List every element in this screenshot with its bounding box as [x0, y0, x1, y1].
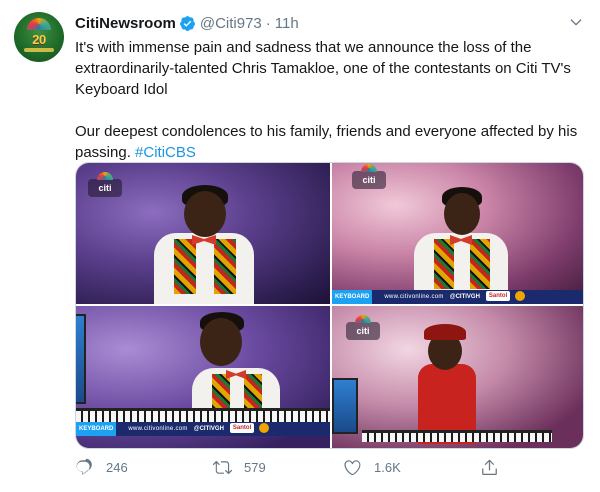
citi-tv-logo: citi: [346, 315, 380, 340]
share-icon: [482, 459, 497, 475]
media-photo-4[interactable]: citi: [332, 306, 583, 448]
media-photo-3[interactable]: KEYBOARD www.citivonline.com @CITIVGH Santo…: [76, 306, 330, 448]
tweet-paragraph: Our deepest condolences to his family, f…: [75, 123, 578, 161]
citi-tv-logo: citi: [88, 172, 122, 197]
header-separator: ·: [265, 14, 271, 32]
author-avatar[interactable]: 20: [14, 12, 64, 62]
broadcast-banner: KEYBOARD www.citivonline.com @CITIVGH Santo…: [76, 422, 330, 436]
tweet-paragraph: It's with immense pain and sadness that …: [75, 39, 571, 98]
media-photo-2[interactable]: citi KEYBOARD www.citivonline.com @CITIVGH…: [332, 163, 583, 304]
media-grid: citi citi KEYBOARD www.citivonline.com @…: [75, 162, 584, 449]
citi-tv-logo: citi: [352, 164, 386, 189]
citi-logo-icon: [27, 18, 51, 30]
tweet-text: It's with immense pain and sadness that …: [75, 37, 590, 163]
avatar-badge-text: 20: [32, 32, 46, 47]
chevron-down-icon[interactable]: [568, 14, 584, 30]
broadcast-banner: KEYBOARD www.citivonline.com @CITIVGH Santo…: [332, 290, 583, 304]
tweet-header: CitiNewsroom @Citi973 · 11h: [75, 12, 299, 34]
reply-count: 246: [106, 459, 128, 475]
retweet-count: 579: [244, 459, 266, 475]
like-count: 1.6K: [374, 459, 401, 475]
tweet-timestamp[interactable]: 11h: [275, 15, 299, 32]
retweet-button[interactable]: 579: [213, 455, 266, 479]
media-photo-1[interactable]: citi: [76, 163, 330, 304]
tweet-card: 20 CitiNewsroom @Citi973 · 11h It's with…: [0, 0, 600, 492]
tweet-actions: 246 579 1.6K: [75, 455, 515, 479]
retweet-icon: [213, 460, 232, 474]
author-display-name[interactable]: CitiNewsroom: [75, 15, 176, 32]
hashtag-link[interactable]: #CitiCBS: [135, 144, 196, 161]
like-button[interactable]: 1.6K: [343, 455, 401, 479]
reply-button[interactable]: 246: [75, 455, 128, 479]
author-handle[interactable]: @Citi973: [200, 15, 262, 32]
verified-badge-icon: [179, 15, 195, 31]
reply-icon: [76, 458, 92, 475]
share-button[interactable]: [480, 455, 499, 479]
heart-icon: [344, 459, 361, 475]
